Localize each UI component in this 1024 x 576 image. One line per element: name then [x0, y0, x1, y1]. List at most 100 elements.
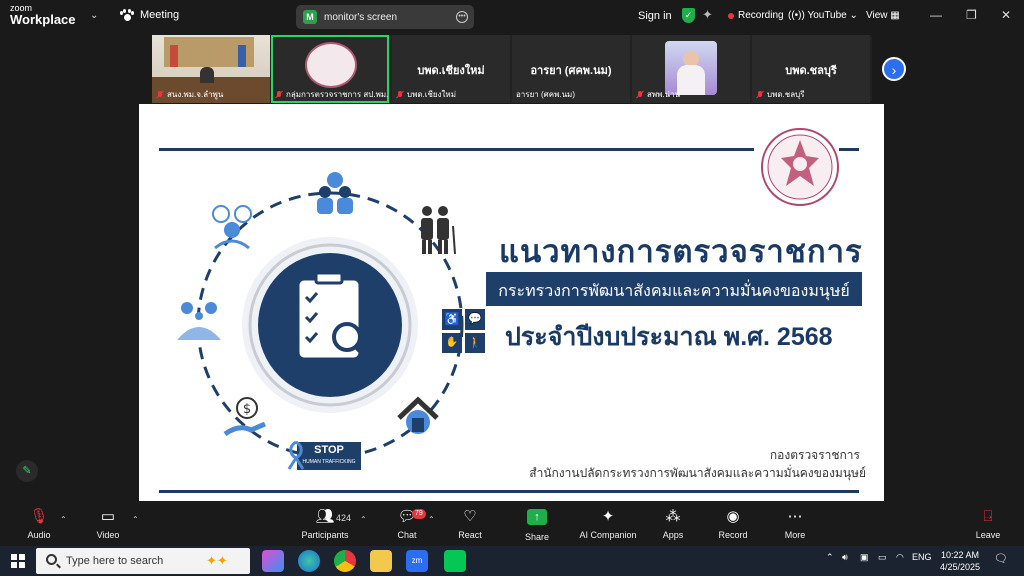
- youtube-label: YouTube: [807, 10, 847, 21]
- shield-check-icon[interactable]: ✓: [682, 8, 695, 23]
- muted-mic-icon: [756, 90, 764, 99]
- broadcast-icon: ((•)): [788, 10, 805, 21]
- recording-indicator[interactable]: Recording: [728, 10, 784, 21]
- clock-date: 4/25/2025: [939, 562, 981, 572]
- participant-tile[interactable]: สพพ.น่าน: [632, 35, 750, 103]
- search-highlight-icon: ✦✦: [206, 553, 228, 568]
- more-button[interactable]: ⋯ More: [760, 507, 830, 540]
- housing-shelter-icon: [397, 396, 439, 434]
- record-button[interactable]: ◉ Record: [698, 507, 768, 540]
- more-dots-icon: ⋯: [787, 508, 803, 525]
- share-screen-icon: ↑: [502, 509, 572, 529]
- more-options-icon[interactable]: •••: [456, 11, 468, 23]
- participants-button[interactable]: 👥︎ Participants: [290, 507, 360, 540]
- meeting-menu[interactable]: Meeting: [120, 9, 179, 21]
- view-menu[interactable]: View ▦: [866, 10, 900, 21]
- chevron-down-icon[interactable]: ⌄: [90, 10, 98, 21]
- chevron-up-icon[interactable]: ⌃: [60, 515, 67, 524]
- participant-tile[interactable]: อารยา (ศคพ.นม) อารยา (ศคพ.นม): [512, 35, 630, 103]
- participant-name: บพด.ชลบุรี: [756, 88, 804, 101]
- zoom-app-icon[interactable]: zm: [406, 550, 428, 572]
- language-indicator[interactable]: ENG: [912, 552, 932, 562]
- family-care-icon: [177, 302, 221, 340]
- next-participants-button[interactable]: ›: [882, 57, 906, 81]
- taskbar-search-box[interactable]: Type here to search ✦✦: [36, 548, 250, 574]
- chevron-up-icon[interactable]: ⌃: [428, 515, 435, 524]
- wifi-icon[interactable]: ◠: [896, 552, 904, 563]
- edge-browser-icon[interactable]: [298, 550, 320, 572]
- participants-label: Participants: [301, 530, 349, 540]
- meeting-controls: 🎙︎ Audio ⌃ ▭ Video ⌃ 👥︎ Participants 424…: [0, 503, 1024, 546]
- muted-mic-icon: [275, 90, 283, 99]
- wheelchair-icon: ♿: [442, 309, 462, 330]
- video-label: Video: [96, 530, 120, 540]
- bottom-rule: [159, 490, 859, 493]
- battery-icon[interactable]: ▭: [878, 552, 887, 563]
- speech-icon: 💬: [465, 309, 485, 330]
- participants-count: 424: [336, 513, 352, 523]
- participant-tile[interactable]: บพด.เชียงใหม่ บพด.เชียงใหม่: [392, 35, 510, 103]
- money-hand-icon: $: [223, 397, 266, 437]
- pencil-icon: ✎: [22, 465, 32, 477]
- view-label: View: [866, 10, 888, 21]
- meeting-label: Meeting: [140, 9, 180, 21]
- ai-companion-button[interactable]: ✦ AI Companion: [573, 507, 643, 540]
- stop-subtext: HUMAN TRAFFICKING: [302, 459, 356, 465]
- participant-display-name: บพด.เชียงใหม่: [417, 65, 485, 77]
- share-label: Share: [524, 532, 550, 542]
- shared-screen-slide: ♿ 💬 ✋ 🚶 $ STOP HUMAN TRAFFICKING แนวทางก…: [139, 104, 884, 501]
- windows-start-icon[interactable]: [11, 554, 25, 568]
- copilot-app-icon[interactable]: [262, 550, 284, 572]
- chevron-right-icon: ›: [891, 62, 897, 78]
- record-icon: ◉: [726, 508, 740, 525]
- screen-share-pill[interactable]: M monitor's screen •••: [296, 5, 474, 29]
- react-button[interactable]: ♡ React: [435, 507, 505, 540]
- leave-button[interactable]: ⍈ Leave: [953, 507, 1023, 540]
- clock-time: 10:22 AM: [940, 550, 980, 560]
- record-dot-icon: [728, 12, 734, 19]
- search-icon: [46, 554, 57, 565]
- share-title: monitor's screen: [324, 11, 398, 23]
- leave-label: Leave: [975, 530, 1001, 540]
- muted-mic-icon: [156, 90, 164, 99]
- avatar: [665, 41, 717, 95]
- chevron-up-icon[interactable]: ⌃: [132, 515, 139, 524]
- more-label: More: [784, 530, 806, 540]
- stop-text: STOP: [314, 444, 344, 456]
- fiscal-year-line: ประจำปีงบประมาณ พ.ศ. 2568: [505, 323, 833, 351]
- chrome-browser-icon[interactable]: [334, 550, 356, 572]
- volume-icon[interactable]: 🔊︎: [842, 552, 848, 563]
- share-button[interactable]: ↑ Share: [502, 507, 572, 542]
- tray-overflow-icon[interactable]: ⌃: [826, 552, 834, 563]
- participant-tile[interactable]: บพด.ชลบุรี บพด.ชลบุรี: [752, 35, 870, 103]
- close-icon[interactable]: ✕: [1001, 8, 1011, 22]
- youtube-stream-menu[interactable]: ((•)) YouTube ⌄: [788, 10, 858, 21]
- participant-tile-active-speaker[interactable]: กลุ่มการตรวจราชการ สป.พม.: [271, 35, 389, 103]
- zoom-logo[interactable]: zoom Workplace: [10, 4, 76, 27]
- leave-door-icon: ⍈: [983, 508, 993, 525]
- title-bar: zoom Workplace ⌄ Meeting M monitor's scr…: [0, 0, 1024, 34]
- file-explorer-icon[interactable]: [370, 550, 392, 572]
- blind-walk-icon: 🚶: [465, 332, 485, 353]
- taskbar-clock[interactable]: 10:22 AM 4/25/2025: [936, 549, 984, 573]
- annotate-pencil-button[interactable]: ✎: [16, 460, 38, 482]
- chevron-up-icon[interactable]: ⌃: [360, 515, 367, 524]
- muted-mic-icon: [636, 90, 644, 99]
- ai-companion-label: AI Companion: [579, 530, 637, 540]
- participant-name: สพพ.น่าน: [636, 88, 680, 101]
- heart-icon: ♡: [463, 508, 477, 525]
- sign-in-link[interactable]: Sign in: [638, 10, 672, 22]
- monitor-icon[interactable]: ▣: [860, 552, 869, 563]
- notifications-icon[interactable]: 🗨︎: [994, 552, 1008, 565]
- ministry-seal-logo: [761, 128, 839, 206]
- line-app-icon[interactable]: [444, 550, 466, 572]
- org-line-1: กองตรวจราชการ: [769, 448, 860, 462]
- participant-strip: สนง.พม.จ.ลำพูน กลุ่มการตรวจราชการ สป.พม.…: [152, 35, 872, 103]
- restore-icon[interactable]: ❐: [966, 8, 977, 22]
- search-placeholder: Type here to search: [66, 555, 164, 567]
- ai-sparkle-icon[interactable]: ✦: [702, 7, 713, 23]
- minimize-icon[interactable]: —: [930, 8, 942, 22]
- chevron-down-icon: ⌄: [849, 10, 858, 21]
- participant-tile[interactable]: สนง.พม.จ.ลำพูน: [152, 35, 270, 103]
- participant-name: บพด.เชียงใหม่: [396, 88, 456, 101]
